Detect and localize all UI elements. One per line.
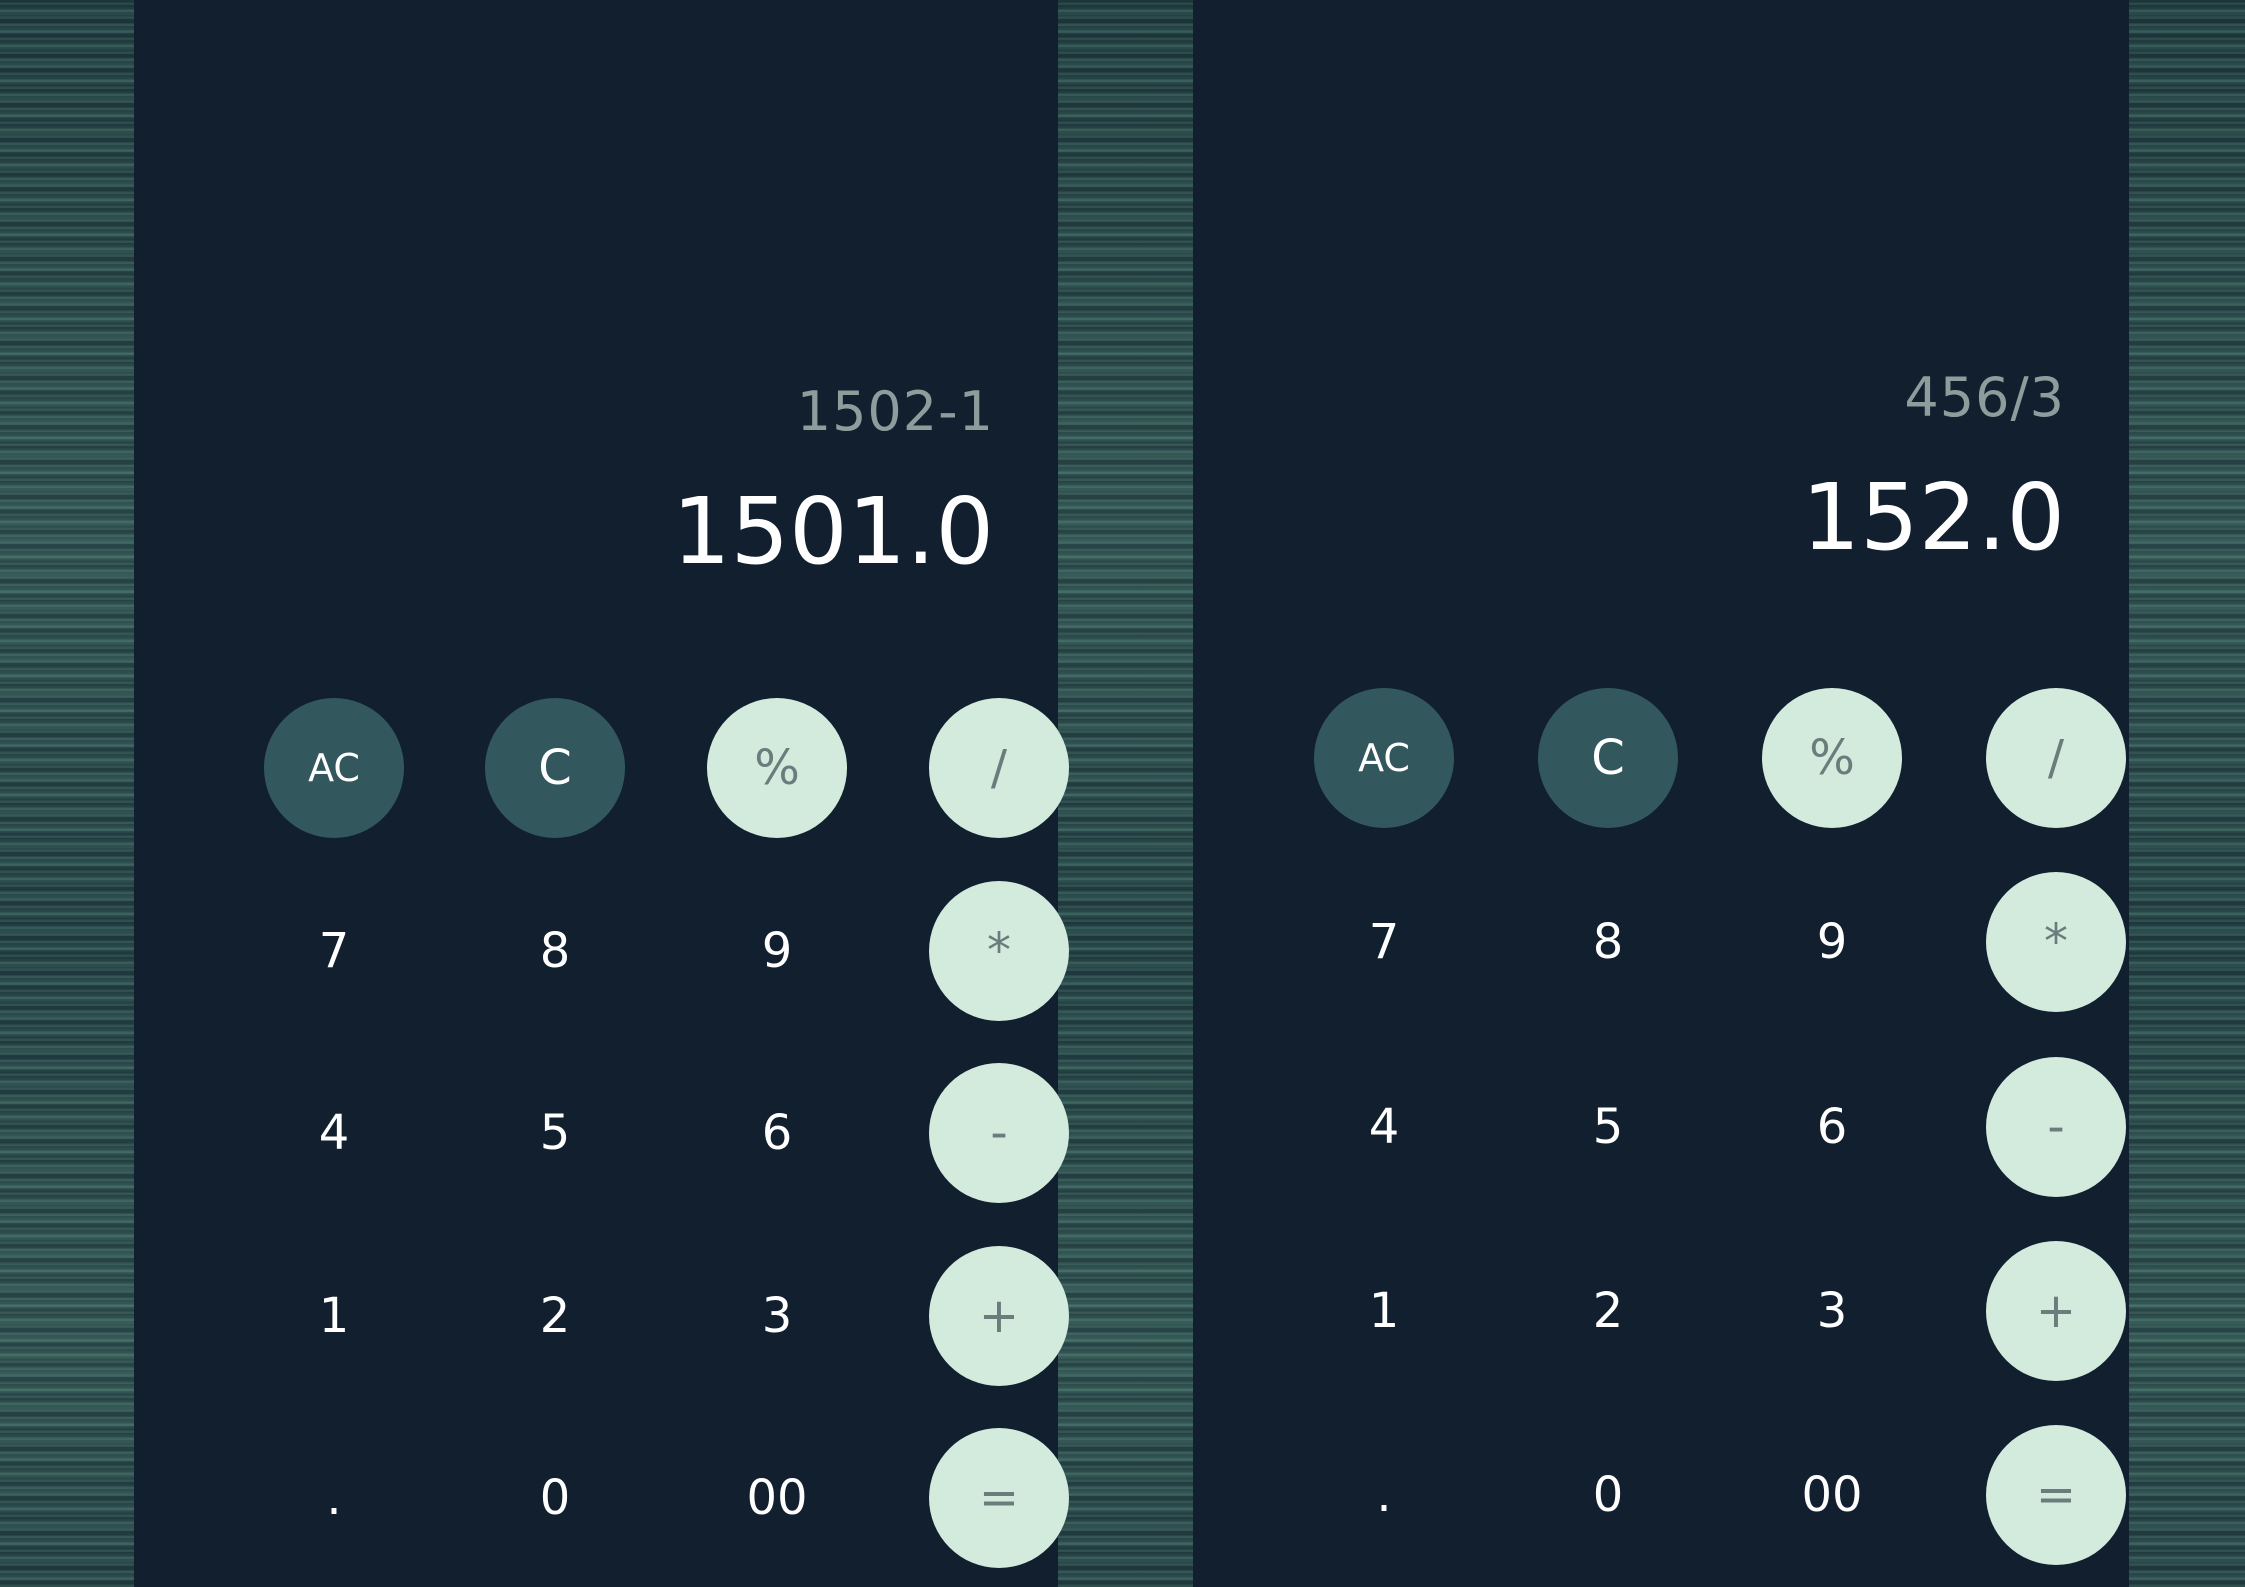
equals-button[interactable]: = (929, 1428, 1069, 1568)
digit-0-button[interactable]: 0 (485, 1428, 625, 1568)
digit-9-button[interactable]: 9 (1762, 872, 1902, 1012)
clear-button[interactable]: C (1538, 688, 1678, 828)
add-button[interactable]: + (929, 1246, 1069, 1386)
expression-display: 456/3 (1904, 366, 2065, 429)
double-zero-button[interactable]: 00 (707, 1428, 847, 1568)
digit-0-button[interactable]: 0 (1538, 1425, 1678, 1565)
digit-5-button[interactable]: 5 (1538, 1057, 1678, 1197)
percent-button[interactable]: % (707, 698, 847, 838)
calculator-screen-left: 1502-1 1501.0 AC C%/7 8 9 * 4 5 6-1 2 3 +. 0 00 = (134, 0, 1069, 1587)
digit-9-button[interactable]: 9 (707, 881, 847, 1021)
result-display: 1501.0 (672, 478, 994, 585)
digit-5-button[interactable]: 5 (485, 1063, 625, 1203)
divide-button[interactable]: / (1986, 688, 2126, 828)
add-button[interactable]: + (1986, 1241, 2126, 1381)
digit-7-button[interactable]: 7 (1314, 872, 1454, 1012)
calculator-screen-right: 456/3 152.0 AC C%/7 8 9 * 4 5 6-1 2 3 +. 0 00 = (1193, 0, 2129, 1587)
digit-1-button[interactable]: 1 (1314, 1241, 1454, 1381)
subtract-button[interactable]: - (929, 1063, 1069, 1203)
percent-button[interactable]: % (1762, 688, 1902, 828)
all-clear-button[interactable]: AC (264, 698, 404, 838)
divide-button[interactable]: / (929, 698, 1069, 838)
expression-display: 1502-1 (796, 380, 994, 443)
digit-3-button[interactable]: 3 (1762, 1241, 1902, 1381)
digit-1-button[interactable]: 1 (264, 1246, 404, 1386)
clear-button[interactable]: C (485, 698, 625, 838)
digit-8-button[interactable]: 8 (485, 881, 625, 1021)
digit-2-button[interactable]: 2 (485, 1246, 625, 1386)
double-zero-button[interactable]: 00 (1762, 1425, 1902, 1565)
decimal-button[interactable]: . (1314, 1425, 1454, 1565)
equals-button[interactable]: = (1986, 1425, 2126, 1565)
decimal-button[interactable]: . (264, 1428, 404, 1568)
digit-7-button[interactable]: 7 (264, 881, 404, 1021)
digit-4-button[interactable]: 4 (1314, 1057, 1454, 1197)
digit-8-button[interactable]: 8 (1538, 872, 1678, 1012)
all-clear-button[interactable]: AC (1314, 688, 1454, 828)
multiply-button[interactable]: * (1986, 872, 2126, 1012)
result-display: 152.0 (1801, 464, 2065, 571)
multiply-button[interactable]: * (929, 881, 1069, 1021)
digit-3-button[interactable]: 3 (707, 1246, 847, 1386)
digit-6-button[interactable]: 6 (1762, 1057, 1902, 1197)
subtract-button[interactable]: - (1986, 1057, 2126, 1197)
digit-4-button[interactable]: 4 (264, 1063, 404, 1203)
digit-2-button[interactable]: 2 (1538, 1241, 1678, 1381)
digit-6-button[interactable]: 6 (707, 1063, 847, 1203)
